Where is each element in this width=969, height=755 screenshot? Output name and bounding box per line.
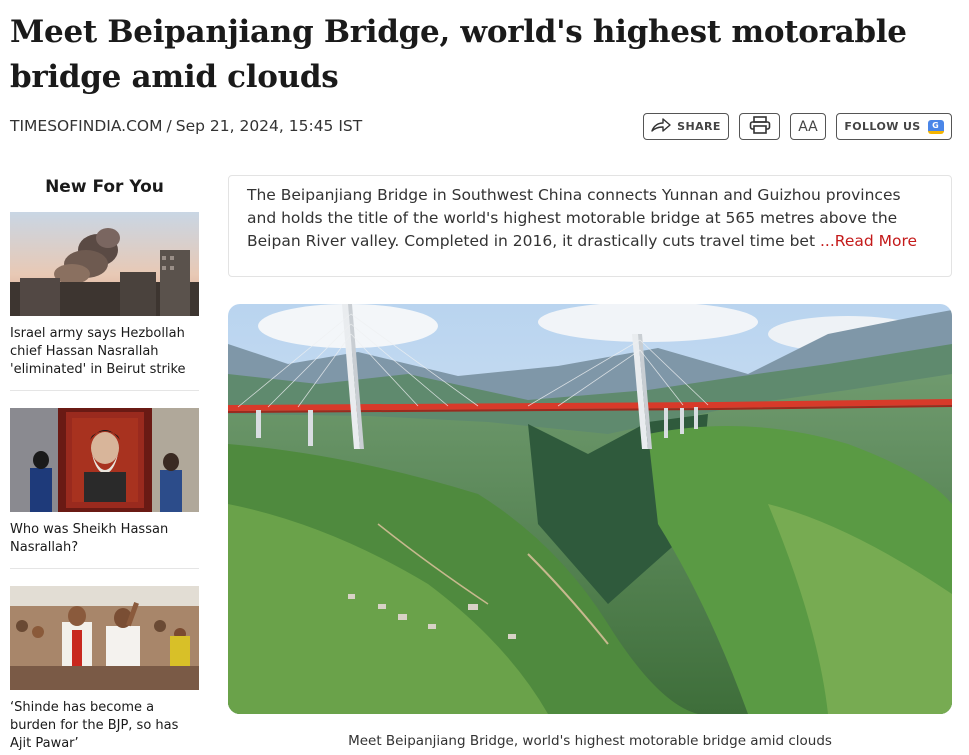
byline: TIMESOFINDIA.COM / Sep 21, 2024, 15:45 I… <box>10 117 362 135</box>
publish-date: Sep 21, 2024, 15:45 IST <box>175 117 363 135</box>
print-button[interactable] <box>739 113 780 140</box>
byline-separator: / <box>166 117 172 135</box>
story-thumbnail-strike <box>10 212 199 316</box>
new-for-you-sidebar: New For You Israel army says Hezbollah c… <box>10 170 199 755</box>
source-link[interactable]: TIMESOFINDIA.COM <box>10 117 163 135</box>
sidebar-title: New For You <box>45 177 164 197</box>
share-icon <box>651 118 671 135</box>
story-headline: ‘Shinde has become a burden for the BJP,… <box>10 700 179 751</box>
text-size-button[interactable]: AA <box>790 113 826 140</box>
share-label: SHARE <box>677 120 721 133</box>
hero-image <box>228 304 952 714</box>
article-actions: SHARE AA FOLLOW US G <box>643 113 952 140</box>
story-item[interactable]: Israel army says Hezbollah chief Hassan … <box>10 212 199 391</box>
story-item[interactable]: Who was Sheikh Hassan Nasrallah? <box>10 408 199 569</box>
story-headline: Who was Sheikh Hassan Nasrallah? <box>10 521 199 569</box>
hero-caption: Meet Beipanjiang Bridge, world's highest… <box>348 733 832 749</box>
story-headline: Israel army says Hezbollah chief Hassan … <box>10 325 199 391</box>
article-summary: The Beipanjiang Bridge in Southwest Chin… <box>228 175 952 277</box>
read-more-link[interactable]: ...Read More <box>820 232 917 250</box>
story-thumbnail-rally <box>10 586 199 690</box>
google-news-icon: G <box>927 119 944 134</box>
follow-us-button[interactable]: FOLLOW US G <box>836 113 952 140</box>
summary-text: The Beipanjiang Bridge in Southwest Chin… <box>247 186 901 250</box>
article-headline: Meet Beipanjiang Bridge, world's highest… <box>10 14 907 95</box>
share-button[interactable]: SHARE <box>643 113 729 140</box>
follow-us-label: FOLLOW US <box>844 120 921 133</box>
story-item[interactable]: ‘Shinde has become a burden for the BJP,… <box>10 586 199 755</box>
print-icon <box>749 116 771 137</box>
story-thumbnail-portrait <box>10 408 199 512</box>
